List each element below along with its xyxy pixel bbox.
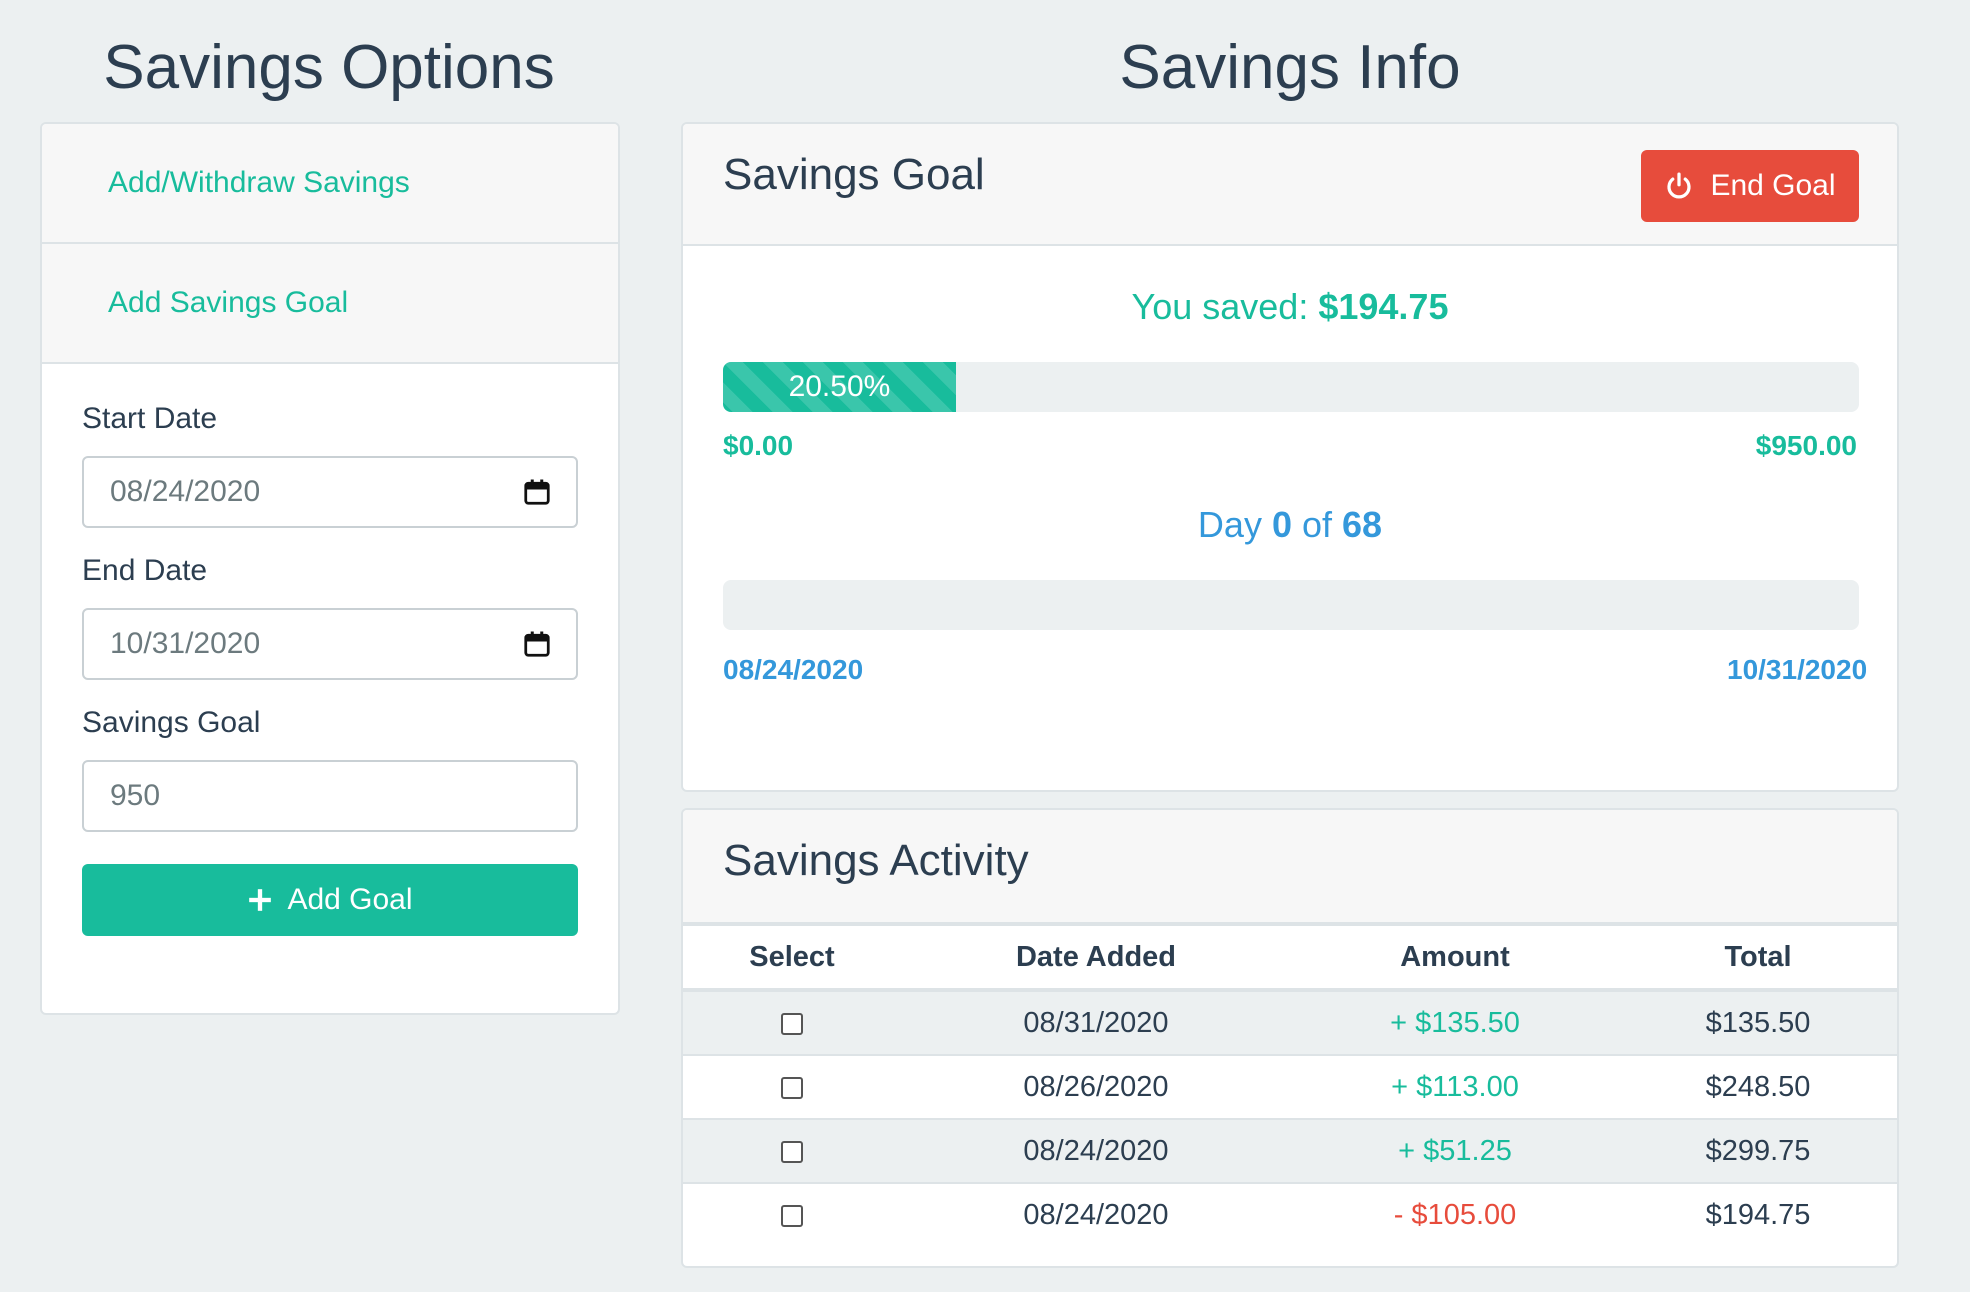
amount-cell: + $135.50 [1291, 989, 1619, 1055]
total-cell: $194.75 [1619, 1182, 1897, 1246]
add-goal-button[interactable]: Add Goal [82, 864, 578, 936]
saved-amount: $194.75 [1318, 286, 1449, 327]
date-cell: 08/31/2020 [901, 989, 1291, 1055]
day-total: 68 [1342, 504, 1383, 545]
calendar-icon[interactable] [522, 629, 552, 659]
select-cell [683, 1118, 901, 1183]
savings-progress-bar: 20.50% [723, 362, 1859, 412]
savings-activity-header: Savings Activity [683, 810, 1897, 926]
col-total: Total [1619, 926, 1897, 992]
savings-goal-card: Savings Goal End Goal You saved: $194.75… [681, 122, 1899, 792]
page: Savings Options Savings Info Add/Withdra… [0, 0, 1970, 1292]
plus-icon [249, 889, 272, 911]
table-row: 08/31/2020 + $135.50 $135.50 [683, 989, 1897, 1055]
col-date-added: Date Added [901, 926, 1291, 992]
start-date-label: Start Date [82, 402, 218, 435]
add-savings-goal-link[interactable]: Add Savings Goal [108, 286, 348, 320]
end-goal-button[interactable]: End Goal [1641, 150, 1859, 222]
amount-cell: + $113.00 [1291, 1054, 1619, 1119]
table-header-row: Select Date Added Amount Total [683, 926, 1897, 992]
row-checkbox[interactable] [781, 1140, 803, 1163]
end-date-value: 10/31/2020 [110, 627, 261, 660]
amount-cell: + $51.25 [1291, 1118, 1619, 1183]
start-date-value: 08/24/2020 [110, 475, 261, 508]
savings-goal-header: Savings Goal End Goal [683, 124, 1897, 246]
savings-goal-title: Savings Goal [723, 150, 985, 199]
savings-goal-input[interactable]: 950 [82, 760, 578, 832]
accordion-add-withdraw: Add/Withdraw Savings [42, 124, 618, 244]
progress-min-amount: $0.00 [723, 430, 794, 461]
row-checkbox[interactable] [781, 1076, 803, 1099]
total-cell: $299.75 [1619, 1118, 1897, 1183]
end-date-input[interactable]: 10/31/2020 [82, 608, 578, 680]
goal-start-date: 08/24/2020 [723, 654, 864, 685]
select-cell [683, 1054, 901, 1119]
end-date-label: End Date [82, 554, 208, 587]
select-cell [683, 1182, 901, 1246]
select-cell [683, 989, 901, 1055]
row-checkbox[interactable] [781, 1204, 803, 1227]
total-cell: $248.50 [1619, 1054, 1897, 1119]
date-cell: 08/26/2020 [901, 1054, 1291, 1119]
add-goal-form: Start Date 08/24/2020 End Date 10/31/202… [42, 364, 618, 936]
progress-max-amount: $950.00 [1755, 430, 1857, 461]
date-cell: 08/24/2020 [901, 1118, 1291, 1183]
table-row: 08/24/2020 + $51.25 $299.75 [683, 1118, 1897, 1183]
table-row: 08/24/2020 - $105.00 $194.75 [683, 1182, 1897, 1246]
savings-options-card: Add/Withdraw Savings Add Savings Goal St… [40, 122, 620, 1015]
total-cell: $135.50 [1619, 989, 1897, 1055]
table-row: 08/26/2020 + $113.00 $248.50 [683, 1054, 1897, 1119]
savings-progress-fill: 20.50% [723, 362, 956, 412]
date-cell: 08/24/2020 [901, 1182, 1291, 1246]
saved-summary: You saved: $194.75 [683, 286, 1897, 328]
day-of: of [1291, 504, 1343, 545]
savings-info-heading: Savings Info [1119, 33, 1461, 102]
savings-activity-title: Savings Activity [723, 836, 1029, 885]
start-date-input[interactable]: 08/24/2020 [82, 456, 578, 528]
savings-options-heading: Savings Options [103, 33, 555, 102]
day-counter: Day 0 of 68 [683, 504, 1897, 546]
col-amount: Amount [1291, 926, 1619, 992]
amount-cell: - $105.00 [1291, 1182, 1619, 1246]
savings-goal-value: 950 [110, 779, 161, 812]
days-progress-bar [723, 580, 1859, 630]
saved-prefix: You saved: [1131, 286, 1319, 327]
add-goal-button-label: Add Goal [287, 883, 413, 916]
power-icon [1667, 172, 1692, 199]
add-withdraw-savings-link[interactable]: Add/Withdraw Savings [108, 166, 410, 200]
savings-activity-card: Savings Activity Select Date Added Amoun… [681, 808, 1899, 1268]
goal-end-date: 10/31/2020 [1727, 654, 1868, 685]
activity-table: Select Date Added Amount Total 08/31/202… [683, 926, 1897, 1246]
row-checkbox[interactable] [781, 1012, 803, 1035]
day-prefix: Day [1197, 504, 1272, 545]
savings-goal-label: Savings Goal [82, 706, 261, 739]
accordion-add-goal: Add Savings Goal [42, 244, 618, 364]
day-current: 0 [1271, 504, 1292, 545]
col-select: Select [683, 926, 901, 992]
calendar-icon[interactable] [522, 477, 552, 507]
end-goal-button-label: End Goal [1710, 169, 1836, 202]
